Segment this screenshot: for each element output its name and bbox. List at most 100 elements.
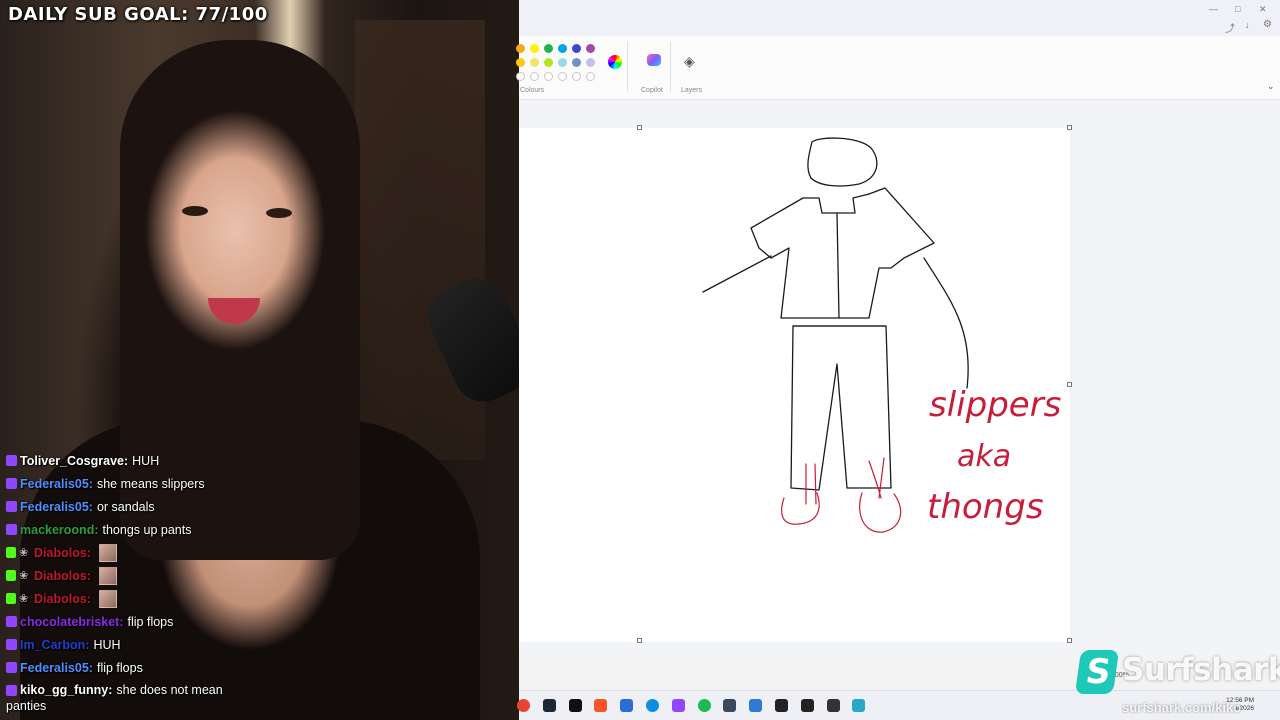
- resize-handle[interactable]: [1067, 382, 1072, 387]
- twitch-badge-icon: [6, 639, 17, 650]
- stroke-collar: [802, 193, 870, 214]
- colour-swatch[interactable]: [544, 44, 553, 53]
- loading-icon[interactable]: [723, 699, 737, 712]
- flower-badge-icon: ❀: [19, 546, 29, 559]
- chat-username: Federalis05:: [20, 499, 93, 514]
- colour-swatch[interactable]: [572, 44, 581, 53]
- chat-username: kiko_gg_funny:: [20, 683, 113, 697]
- chat-username: chocolatebrisket:: [20, 614, 124, 629]
- drawing-layer: slippers aka thongs: [702, 137, 1061, 533]
- ribbon-toolbar: Colours Copilot ◈ Layers ⌄: [516, 36, 1280, 100]
- colour-swatch[interactable]: [530, 58, 539, 67]
- stroke-slipper-right: [859, 457, 902, 533]
- close-button[interactable]: ✕: [1259, 4, 1267, 15]
- resize-handle[interactable]: [1067, 638, 1072, 643]
- obs-icon[interactable]: [800, 699, 814, 712]
- sponsor-name: Surfshark: [1122, 652, 1280, 688]
- kick-badge-icon: [6, 570, 16, 581]
- ribbon-divider: [627, 42, 628, 92]
- drawing-canvas[interactable]: slippers aka thongs: [519, 125, 1072, 643]
- chat-overlay: Toliver_Cosgrave: HUH Federalis05: she mean…: [6, 449, 256, 714]
- colour-swatch[interactable]: [572, 58, 581, 67]
- download-icon[interactable]: ↓: [1245, 20, 1250, 30]
- streamer-eye-left: [182, 206, 208, 216]
- custom-colour-slot[interactable]: [586, 72, 595, 81]
- ribbon-collapse-chevron-icon[interactable]: ⌄: [1267, 81, 1275, 92]
- chat-username: Federalis05:: [20, 476, 93, 491]
- chat-text: flip flops: [96, 660, 143, 675]
- minimize-button[interactable]: —: [1209, 4, 1218, 14]
- chat-message: Federalis05: flip flops: [6, 656, 256, 679]
- twitch-badge-icon: [6, 685, 17, 697]
- kick-badge-icon: [6, 547, 16, 558]
- maximize-button[interactable]: □: [1235, 4, 1240, 14]
- copilot-icon[interactable]: [647, 54, 661, 66]
- edge-icon[interactable]: [646, 699, 659, 712]
- chat-username: Diabolos:: [34, 568, 91, 583]
- chat-username: Diabolos:: [34, 591, 91, 606]
- chat-username: Im_Carbon:: [20, 637, 90, 652]
- resize-handle[interactable]: [637, 125, 642, 130]
- stroke-shirt: [750, 187, 935, 319]
- colour-swatch[interactable]: [516, 44, 525, 53]
- custom-colour-slot[interactable]: [572, 72, 581, 81]
- chat-text: HUH: [93, 637, 121, 652]
- brave-icon[interactable]: [594, 699, 608, 712]
- custom-colour-slot[interactable]: [558, 72, 567, 81]
- chat-message: ❀ Diabolos:: [6, 541, 256, 564]
- colour-swatch[interactable]: [516, 58, 525, 67]
- spotify-icon[interactable]: [697, 699, 711, 712]
- share-icon[interactable]: ⤴: [1225, 20, 1235, 35]
- twitch-badge-icon: [6, 455, 17, 466]
- twitch-badge-icon: [6, 662, 17, 673]
- title-bar: — □ ✕ ⤴ ↓ ⚙: [519, 0, 1280, 36]
- custom-colour-slot[interactable]: [544, 72, 553, 81]
- chat-message: ❀ Diabolos:: [6, 564, 256, 587]
- chat-text: she means slippers: [96, 476, 205, 491]
- colour-wheel-icon[interactable]: [608, 55, 622, 69]
- kick-badge-icon: [6, 593, 16, 604]
- paint-icon[interactable]: [852, 699, 866, 712]
- twitch-icon[interactable]: [671, 699, 685, 712]
- chat-message: ❀ Diabolos:: [6, 587, 256, 610]
- paint-window: — □ ✕ ⤴ ↓ ⚙ Colours Copilot ◈ Layers ⌄ s…: [516, 0, 1280, 690]
- chat-username: Diabolos:: [34, 545, 91, 560]
- colour-swatch[interactable]: [586, 44, 595, 53]
- colour-swatch[interactable]: [558, 58, 567, 67]
- colour-swatch[interactable]: [558, 44, 567, 53]
- settings-gear-icon[interactable]: ⚙: [1263, 19, 1272, 30]
- twitch-badge-icon: [6, 501, 17, 512]
- custom-colour-slot[interactable]: [516, 72, 525, 81]
- chrome-icon[interactable]: [517, 699, 530, 712]
- terminal-icon[interactable]: [775, 699, 788, 712]
- chat-message: Federalis05: she means slippers: [6, 472, 256, 495]
- copilot-label: Copilot: [641, 87, 663, 94]
- files-icon[interactable]: [749, 699, 763, 712]
- sub-goal-overlay: DAILY SUB GOAL: 77/100: [8, 4, 268, 25]
- chat-text: HUH: [132, 453, 160, 468]
- stroke-arm: [702, 255, 772, 293]
- layers-label: Layers: [681, 87, 703, 94]
- custom-colour-slot[interactable]: [530, 72, 539, 81]
- chat-message: Federalis05: or sandals: [6, 495, 256, 518]
- annotation-thongs: thongs: [927, 487, 1044, 527]
- colour-swatch[interactable]: [544, 58, 553, 67]
- chat-username: mackeroond:: [20, 522, 99, 537]
- steam-icon[interactable]: [542, 699, 556, 712]
- flower-badge-icon: ❀: [19, 592, 29, 605]
- webcam-feed: DAILY SUB GOAL: 77/100 Toliver_Cosgrave:…: [0, 0, 519, 720]
- notepad-icon[interactable]: [620, 699, 634, 712]
- annotation-slippers: slippers: [929, 385, 1061, 425]
- capcut-icon[interactable]: [568, 699, 582, 712]
- colour-swatch[interactable]: [530, 44, 539, 53]
- twitch-badge-icon: [6, 524, 17, 535]
- cmd-icon[interactable]: [826, 699, 840, 712]
- stroke-center-line: [836, 212, 840, 319]
- chat-message: Toliver_Cosgrave: HUH: [6, 449, 256, 472]
- twitch-badge-icon: [6, 478, 17, 489]
- colour-swatch[interactable]: [586, 58, 595, 67]
- resize-handle[interactable]: [637, 638, 642, 643]
- resize-handle[interactable]: [1067, 125, 1072, 130]
- chat-text: or sandals: [96, 499, 155, 514]
- layers-icon[interactable]: ◈: [684, 53, 695, 70]
